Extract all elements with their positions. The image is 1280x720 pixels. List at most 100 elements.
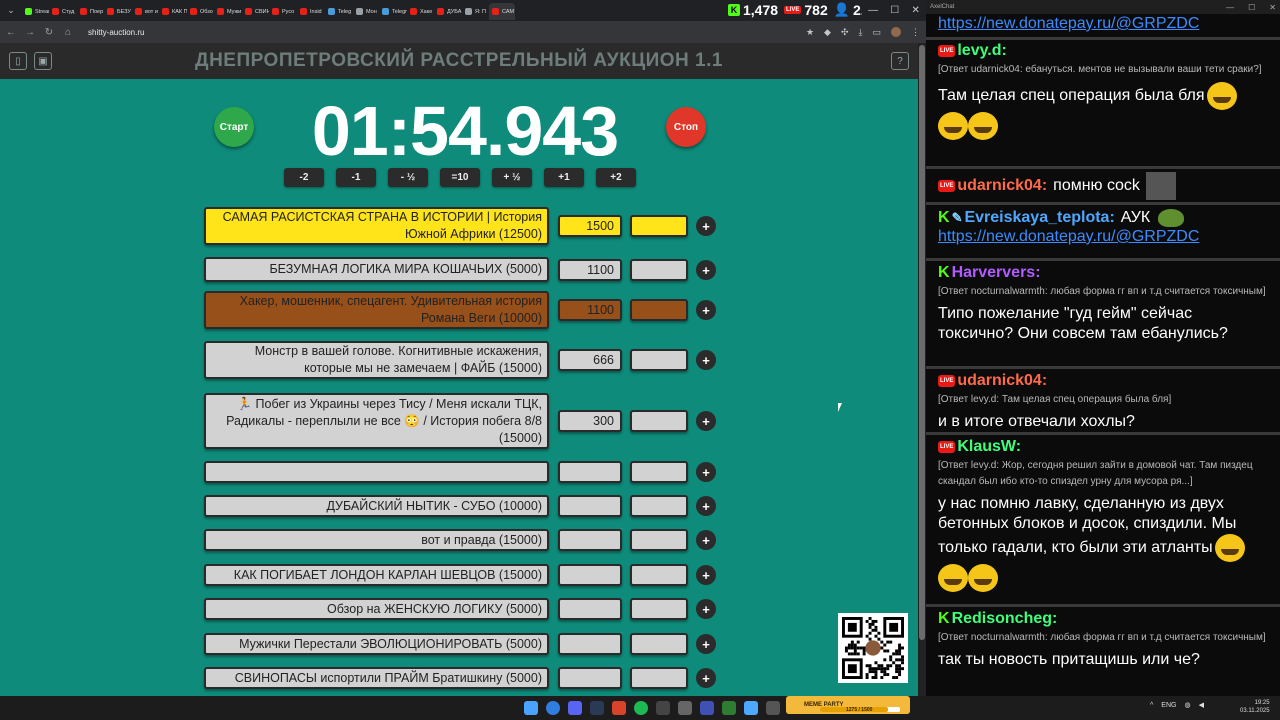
- help-icon[interactable]: ?: [891, 52, 909, 70]
- lot-add-button[interactable]: +: [696, 411, 716, 431]
- time-adjust-button[interactable]: - ½: [388, 168, 428, 187]
- app-icon-4[interactable]: [722, 701, 736, 715]
- scrollbar-thumb[interactable]: [919, 45, 925, 640]
- lot-amount-field[interactable]: 1100: [558, 299, 622, 321]
- profile-avatar[interactable]: [891, 27, 901, 37]
- browser-tab[interactable]: Поеp: [77, 3, 104, 20]
- lot-name-field[interactable]: КАК ПОГИБАЕТ ЛОНДОН КАРЛАН ШЕВЦОВ (15000…: [204, 564, 549, 586]
- lot-add-amount-input[interactable]: [630, 259, 688, 281]
- browser-tab[interactable]: Insid: [297, 3, 325, 20]
- browser-tab[interactable]: КАК П: [159, 3, 187, 20]
- download-icon[interactable]: ⤓: [859, 27, 863, 38]
- time-adjust-button[interactable]: + ½: [492, 168, 532, 187]
- lot-add-button[interactable]: +: [696, 634, 716, 654]
- browser-tab[interactable]: Хаке: [407, 3, 434, 20]
- lot-add-amount-input[interactable]: [630, 564, 688, 586]
- chat-maximize-icon[interactable]: ☐: [1248, 3, 1255, 12]
- home-icon[interactable]: ⌂: [63, 27, 73, 38]
- start-button[interactable]: Старт: [214, 107, 254, 147]
- lot-name-field[interactable]: БЕЗУМНАЯ ЛОГИКА МИРА КОШАЧЬИХ (5000): [204, 257, 549, 282]
- lot-add-amount-input[interactable]: [630, 495, 688, 517]
- lot-add-amount-input[interactable]: [630, 349, 688, 371]
- app-icon-3[interactable]: [700, 701, 714, 715]
- time-adjust-button[interactable]: -2: [284, 168, 324, 187]
- lot-add-button[interactable]: +: [696, 300, 716, 320]
- lot-amount-field[interactable]: [558, 495, 622, 517]
- lot-amount-field[interactable]: [558, 667, 622, 689]
- browser-tab[interactable]: БЕЗУ: [104, 3, 132, 20]
- volume-icon[interactable]: ◀: [1199, 701, 1204, 709]
- tray-expand-icon[interactable]: ^: [1150, 702, 1153, 709]
- steam-icon[interactable]: [590, 701, 604, 715]
- browser-tab[interactable]: Мужи: [214, 3, 242, 20]
- chat-username[interactable]: Redisoncheg:: [952, 610, 1058, 628]
- extension-icon[interactable]: ◆: [824, 27, 831, 38]
- browser-tab[interactable]: вот и: [132, 3, 159, 20]
- browser-tab[interactable]: Мон: [353, 3, 379, 20]
- browser-tab[interactable]: Студ: [49, 3, 77, 20]
- browser-tab[interactable]: Обзо: [187, 3, 214, 20]
- app-icon-5[interactable]: [766, 701, 780, 715]
- lot-add-amount-input[interactable]: [630, 633, 688, 655]
- maximize-icon[interactable]: ☐: [890, 5, 899, 16]
- lot-add-amount-input[interactable]: [630, 529, 688, 551]
- bookmark-star-icon[interactable]: ★: [806, 27, 814, 38]
- browser-tab[interactable]: Я: П: [462, 3, 489, 20]
- lot-add-button[interactable]: +: [696, 668, 716, 688]
- minimize-icon[interactable]: —: [868, 5, 878, 16]
- browser-tab[interactable]: САМ: [489, 3, 515, 20]
- url-field[interactable]: shitty-auction.ru: [88, 28, 144, 37]
- lot-name-field[interactable]: Хакер, мошенник, спецагент. Удивительная…: [204, 291, 549, 329]
- save-icon[interactable]: ▣: [34, 52, 52, 70]
- lot-amount-field[interactable]: 300: [558, 410, 622, 432]
- menu-icon[interactable]: ⋮: [911, 27, 920, 38]
- discord-icon[interactable]: [568, 701, 582, 715]
- time-adjust-button[interactable]: +1: [544, 168, 584, 187]
- browser-tab[interactable]: СВИН: [242, 3, 269, 20]
- sidebar-toggle-icon[interactable]: ▯: [9, 52, 27, 70]
- lot-name-field[interactable]: Обзор на ЖЕНСКУЮ ЛОГИКУ (5000): [204, 598, 549, 620]
- language-indicator[interactable]: ENG: [1161, 702, 1176, 709]
- lot-name-field[interactable]: СВИНОПАСЫ испортили ПРАЙМ Братишкину (50…: [204, 667, 549, 689]
- start-menu-icon[interactable]: [524, 701, 538, 715]
- telegram-icon[interactable]: [744, 701, 758, 715]
- lot-amount-field[interactable]: [558, 598, 622, 620]
- close-icon[interactable]: ✕: [911, 5, 919, 16]
- lot-name-field[interactable]: ДУБАЙСКИЙ НЫТИК - СУБО (10000): [204, 495, 549, 517]
- time-adjust-button[interactable]: +2: [596, 168, 636, 187]
- lot-add-button[interactable]: +: [696, 496, 716, 516]
- lot-add-amount-input[interactable]: [630, 410, 688, 432]
- app-icon-2[interactable]: [678, 701, 692, 715]
- lot-amount-field[interactable]: [558, 461, 622, 483]
- lot-add-amount-input[interactable]: [630, 215, 688, 237]
- browser-tab[interactable]: ДУБА: [434, 3, 462, 20]
- lot-add-button[interactable]: +: [696, 565, 716, 585]
- lot-name-field[interactable]: Мужички Перестали ЭВОЛЮЦИОНИРОВАТЬ (5000…: [204, 633, 549, 655]
- forward-icon[interactable]: →: [25, 27, 35, 38]
- donation-link[interactable]: https://new.donatepay.ru/@GRPZDC: [938, 15, 1199, 32]
- chat-username[interactable]: Harververs:: [952, 264, 1041, 282]
- browser-tab[interactable]: Stream: [22, 3, 49, 20]
- chat-username[interactable]: Evreiskaya_teplota:: [964, 209, 1114, 227]
- spotify-icon[interactable]: [634, 701, 648, 715]
- time-adjust-button[interactable]: -1: [336, 168, 376, 187]
- lot-amount-field[interactable]: [558, 633, 622, 655]
- chat-username[interactable]: udarnick04:: [957, 372, 1047, 390]
- lot-name-field[interactable]: САМАЯ РАСИСТСКАЯ СТРАНА В ИСТОРИИ | Исто…: [204, 207, 549, 245]
- lot-name-field[interactable]: 🏃 Побег из Украины через Тису / Меня иск…: [204, 393, 549, 449]
- browser-tab[interactable]: Teleg: [325, 3, 353, 20]
- lot-add-amount-input[interactable]: [630, 461, 688, 483]
- lot-amount-field[interactable]: 1100: [558, 259, 622, 281]
- lot-amount-field[interactable]: [558, 529, 622, 551]
- lot-amount-field[interactable]: [558, 564, 622, 586]
- time-adjust-button[interactable]: =10: [440, 168, 480, 187]
- stop-button[interactable]: Стоп: [666, 107, 706, 147]
- donation-link[interactable]: https://new.donatepay.ru/@GRPZDC: [938, 228, 1199, 245]
- lot-add-amount-input[interactable]: [630, 299, 688, 321]
- puzzle-icon[interactable]: ✣: [841, 27, 849, 38]
- page-scrollbar[interactable]: [918, 43, 926, 696]
- chat-username[interactable]: KlausW:: [957, 438, 1021, 456]
- lot-add-button[interactable]: +: [696, 599, 716, 619]
- lot-add-amount-input[interactable]: [630, 598, 688, 620]
- network-icon[interactable]: ◍: [1184, 701, 1190, 709]
